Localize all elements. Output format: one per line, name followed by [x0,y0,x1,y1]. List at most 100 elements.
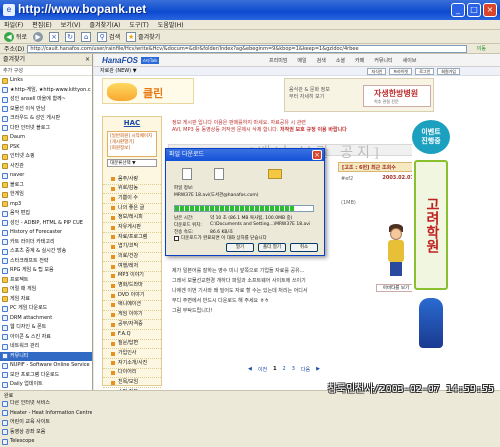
pager-page[interactable]: 1 [273,366,276,373]
favorite-item[interactable]: 음악 편집 [0,209,92,219]
sidebar-menu-item[interactable]: 애니메이션 [103,301,161,311]
home-button[interactable]: ⌂ [81,31,92,42]
site-nav-item[interactable]: 프리미엄 [269,57,287,64]
favorite-item[interactable]: Daily 업데이트 [0,380,92,390]
menu-view[interactable]: 보기(V) [61,20,81,29]
favorite-item[interactable]: PSK [0,143,92,153]
favorite-item[interactable]: naver [0,171,92,181]
sidebar-menu-item[interactable]: 자기소개/사진 [103,359,161,369]
pager-last[interactable]: ▶ [316,366,320,373]
sidebar-menu-item[interactable]: 엽기/코믹 [103,243,161,253]
site-logo[interactable]: HanaFOS [102,56,138,65]
sidebar-menu-item[interactable]: 자유게시판 [103,223,161,234]
favorite-item[interactable]: 사진관 [0,162,92,172]
favorites-button[interactable]: ★ 즐겨찾기 [126,31,160,42]
sidebar-menu-item[interactable]: DVD 이야기 [103,291,161,301]
sidebar-menu-item[interactable]: 질문/답변 [103,340,161,350]
favorites-tools[interactable]: 추가 구성 [0,66,92,76]
menu-edit[interactable]: 편집(E) [32,20,52,29]
favorite-item[interactable]: 크라우드 & 성인 게시판 [0,114,92,124]
favorite-item[interactable]: 스타크래프트 전략 [0,257,92,267]
category-select[interactable]: 대분류선택 ▼ [107,159,157,167]
favorite-item[interactable]: 커뮤니티 [0,351,92,361]
favorite-item[interactable]: 네트워크 관리 [0,342,92,352]
sidebar-menu-item[interactable]: 게임 이야기 [103,311,161,321]
favorite-item[interactable]: 어린이 교육 사이트 [0,418,92,428]
favorite-item[interactable]: DRM attachment [0,314,92,324]
minimize-button[interactable]: _ [451,3,465,17]
favorite-item[interactable]: 스포츠 중계 & 실시간 방송 [0,247,92,257]
favorite-item[interactable]: 어릴 때 게임 [0,285,92,295]
favorite-item[interactable]: RPG 게임 & 팁 모음 [0,266,92,276]
favorite-item[interactable]: Telescope [0,437,92,447]
member-box[interactable]: [일반회원] 시작페이지 [게시판열기] [회원정보] [107,131,157,157]
favorite-item[interactable]: 보안 프로그램 다운로드 [0,371,92,381]
menu-file[interactable]: 파일(F) [4,20,23,29]
right-ad[interactable]: 이벤트 진행중 고려학원 [412,120,450,366]
favorite-item[interactable]: mp3 [0,200,92,210]
favorite-item[interactable]: Heater - Heat Information Centre [0,409,92,419]
sidebar-menu-item[interactable]: 음주/사랑 [103,175,161,185]
go-button[interactable]: 이동 [470,45,492,53]
sidebar-menu-item[interactable]: 공부/자격증 [103,320,161,330]
favorite-item[interactable]: 카트 라이더 카테고리 [0,238,92,248]
favorite-item[interactable]: PC 게임 다운로드 [0,304,92,314]
checkbox-box[interactable] [174,235,179,241]
favorite-item[interactable]: Daum [0,133,92,143]
site-login-button[interactable]: 로그인 [415,68,435,75]
pager-prev[interactable]: 이전 [258,366,267,373]
sidebar-menu-item[interactable]: 영화/드라마 [103,282,161,292]
search-button[interactable]: ⚲ 검색 [97,31,120,42]
sidebar-menu-item[interactable]: MP3 이야기 [103,272,161,282]
sidebar-menu-item[interactable]: 나의 좋은 글 [103,204,161,214]
sidebar-menu-item[interactable]: 다이어리 [103,369,161,379]
favorite-item[interactable]: 블로그 [0,181,92,191]
sidebar-menu-item[interactable]: 여행/레저 [103,262,161,272]
back-button[interactable]: ◀ 뒤로 [4,31,27,42]
sidebar-menu-item[interactable]: 의료/건강 [103,253,161,263]
favorite-item[interactable]: NUPIF - Software Online Service [0,361,92,371]
sidebar-menu-item[interactable]: 자료/프로그램 [103,233,161,243]
site-nav-item[interactable]: 메일 [297,57,306,64]
sidebar-menu-item[interactable]: 가입인사 [103,349,161,360]
site-nav-item[interactable]: 검색 [317,57,326,64]
maximize-button[interactable]: □ [467,3,481,17]
close-pane-icon[interactable]: × [85,54,90,66]
site-search-button[interactable]: 지식인 [367,68,387,75]
pager-page[interactable]: 3 [292,366,295,373]
favorite-item[interactable]: ★http-게임, ★http-www.kittyon.c [0,86,92,96]
refresh-button[interactable]: ↻ [65,31,76,42]
close-button[interactable]: × [483,3,497,17]
open-folder-button[interactable]: 폴더 열기 [258,243,286,252]
favorite-item[interactable]: Links [0,76,92,86]
sidebar-menu-item[interactable]: 친목/모임 [103,378,161,389]
favorite-item[interactable]: 인터넷 쇼핑 [0,152,92,162]
open-button[interactable]: 열기 [226,243,254,252]
pager-first[interactable]: ◀ [248,366,252,373]
favorite-item[interactable]: 다른 인터넷 서비스 [0,399,92,409]
site-private-button[interactable]: 프라이빗 [389,68,413,75]
site-nav-item[interactable]: 커뮤니티 [374,57,392,64]
menu-help[interactable]: 도움말(H) [158,20,184,29]
dialog-close-icon[interactable]: × [312,150,322,160]
hospital-banner[interactable]: 음식관 & 문화 정보 부터 자세히 보기 자생한방병원 척추 관절 전문 [284,78,434,112]
pager-next[interactable]: 다음 [301,366,310,373]
favorite-item[interactable]: 프로젝트 [0,276,92,286]
sidebar-menu-item[interactable]: 위로/감동 [103,185,161,195]
site-nav-item[interactable]: 소셜 [336,57,345,64]
clean-banner[interactable]: 클린 [102,78,194,104]
favorite-item[interactable]: 아이콘 & 스킨 자료 [0,333,92,343]
favorite-item[interactable]: 웹 디자인 & 폰트 [0,323,92,333]
favorite-item[interactable]: 보물선 이식 만남 [0,105,92,115]
close-on-complete-checkbox[interactable]: 다운로드가 완료되면 이 대화 상자를 닫습니다 [174,235,267,241]
favorite-item[interactable]: 성인 ansell 마을에 함께~ [0,95,92,105]
forward-button[interactable]: ▶ [33,31,44,42]
favorite-item[interactable]: History of Forecaster [0,228,92,238]
site-join-button[interactable]: 회원가입 [437,68,460,75]
menu-favorites[interactable]: 즐겨찾기(A) [90,20,121,29]
cancel-button[interactable]: 취소 [290,243,318,252]
favorite-item[interactable]: 한게임 [0,190,92,200]
sidebar-menu-item[interactable]: 기쁨이 수 [103,194,161,205]
site-nav-item[interactable]: 카페 [355,57,364,64]
site-nav-item[interactable]: 세이브 [403,57,417,64]
